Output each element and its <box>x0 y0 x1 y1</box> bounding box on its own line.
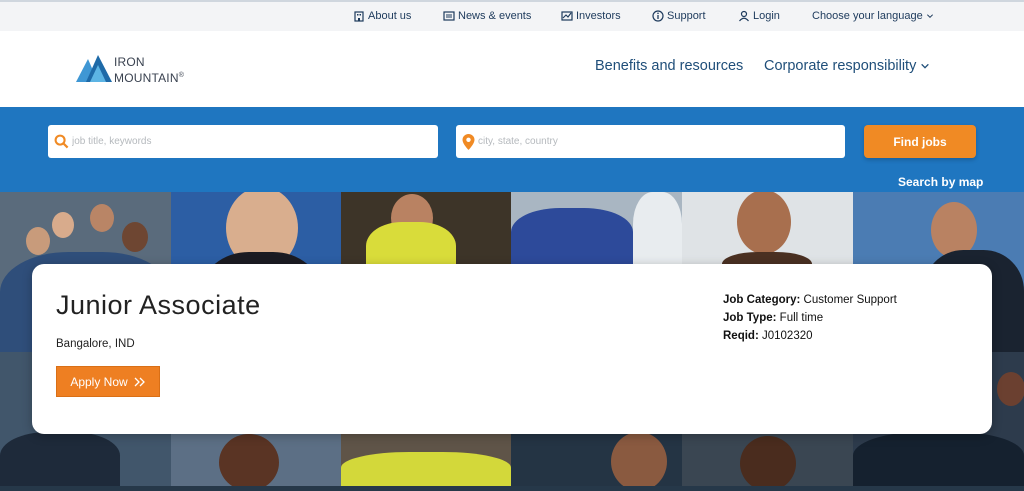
job-type-label: Job Type: <box>723 312 777 324</box>
login-link[interactable]: Login <box>738 10 780 22</box>
logo-wordmark: IRON MOUNTAIN® <box>114 55 184 85</box>
language-selector[interactable]: Choose your language <box>812 10 934 22</box>
language-label: Choose your language <box>812 10 923 22</box>
job-title: Junior Associate <box>56 290 261 320</box>
chevron-down-icon <box>926 14 933 19</box>
reqid-value: J0102320 <box>761 330 813 342</box>
job-location: Bangalore, IND <box>56 338 135 350</box>
user-icon <box>739 10 749 22</box>
reqid-label: Reqid: <box>723 330 759 342</box>
search-by-map-link[interactable]: Search by map <box>898 175 983 189</box>
about-us-link[interactable]: About us <box>353 10 411 22</box>
iron-mountain-logo[interactable]: IRON MOUNTAIN® <box>76 53 206 85</box>
job-category-value: Customer Support <box>803 294 897 306</box>
news-events-label: News & events <box>458 10 532 22</box>
photo-tile <box>171 432 341 491</box>
nav-corporate[interactable]: Corporate responsibility <box>764 58 930 74</box>
nav-benefits-label: Benefits and resources <box>595 58 744 74</box>
registered-mark: ® <box>178 72 185 79</box>
support-link[interactable]: Support <box>652 10 706 22</box>
location-pin-icon <box>462 133 475 150</box>
location-field[interactable] <box>456 125 845 158</box>
investors-link[interactable]: Investors <box>561 10 621 22</box>
bottom-divider <box>0 486 1024 491</box>
about-us-label: About us <box>368 10 412 22</box>
location-input[interactable] <box>475 125 845 158</box>
nav-corporate-label: Corporate responsibility <box>764 58 917 74</box>
reqid-row: Reqid: J0102320 <box>723 327 897 345</box>
job-category-row: Job Category: Customer Support <box>723 291 897 309</box>
site-header: IRON MOUNTAIN® Benefits and resources Co… <box>0 31 1024 107</box>
job-type-row: Job Type: Full time <box>723 309 897 327</box>
photo-tile <box>511 432 682 491</box>
keywords-input[interactable] <box>69 125 438 158</box>
newspaper-icon <box>443 11 455 21</box>
support-label: Support <box>667 10 706 22</box>
building-icon <box>354 11 364 22</box>
double-chevron-right-icon <box>134 377 145 386</box>
photo-tile <box>682 432 853 491</box>
job-details-card: Junior Associate Bangalore, IND Apply No… <box>32 264 992 434</box>
nav-benefits[interactable]: Benefits and resources <box>595 58 743 74</box>
logo-line-1: IRON <box>114 55 145 69</box>
info-icon <box>652 10 664 22</box>
chart-icon <box>561 11 573 21</box>
logo-line-2: MOUNTAIN <box>114 71 179 85</box>
photo-tile <box>341 432 511 491</box>
mountain-logo-icon <box>76 55 112 82</box>
logo-line-2-wrap: MOUNTAIN® <box>114 69 184 85</box>
job-type-value: Full time <box>779 312 824 324</box>
find-jobs-button[interactable]: Find jobs <box>864 125 976 158</box>
apply-now-label: Apply Now <box>70 374 128 389</box>
job-meta: Job Category: Customer Support Job Type:… <box>723 291 897 345</box>
chevron-down-icon <box>921 63 930 69</box>
job-category-label: Job Category: <box>723 294 801 306</box>
utility-bar: About us News & events Investors Support… <box>0 0 1024 31</box>
login-label: Login <box>753 10 780 22</box>
search-icon <box>54 134 69 149</box>
news-events-link[interactable]: News & events <box>443 10 531 22</box>
investors-label: Investors <box>576 10 621 22</box>
apply-now-button[interactable]: Apply Now <box>56 366 160 397</box>
keywords-field[interactable] <box>48 125 438 158</box>
